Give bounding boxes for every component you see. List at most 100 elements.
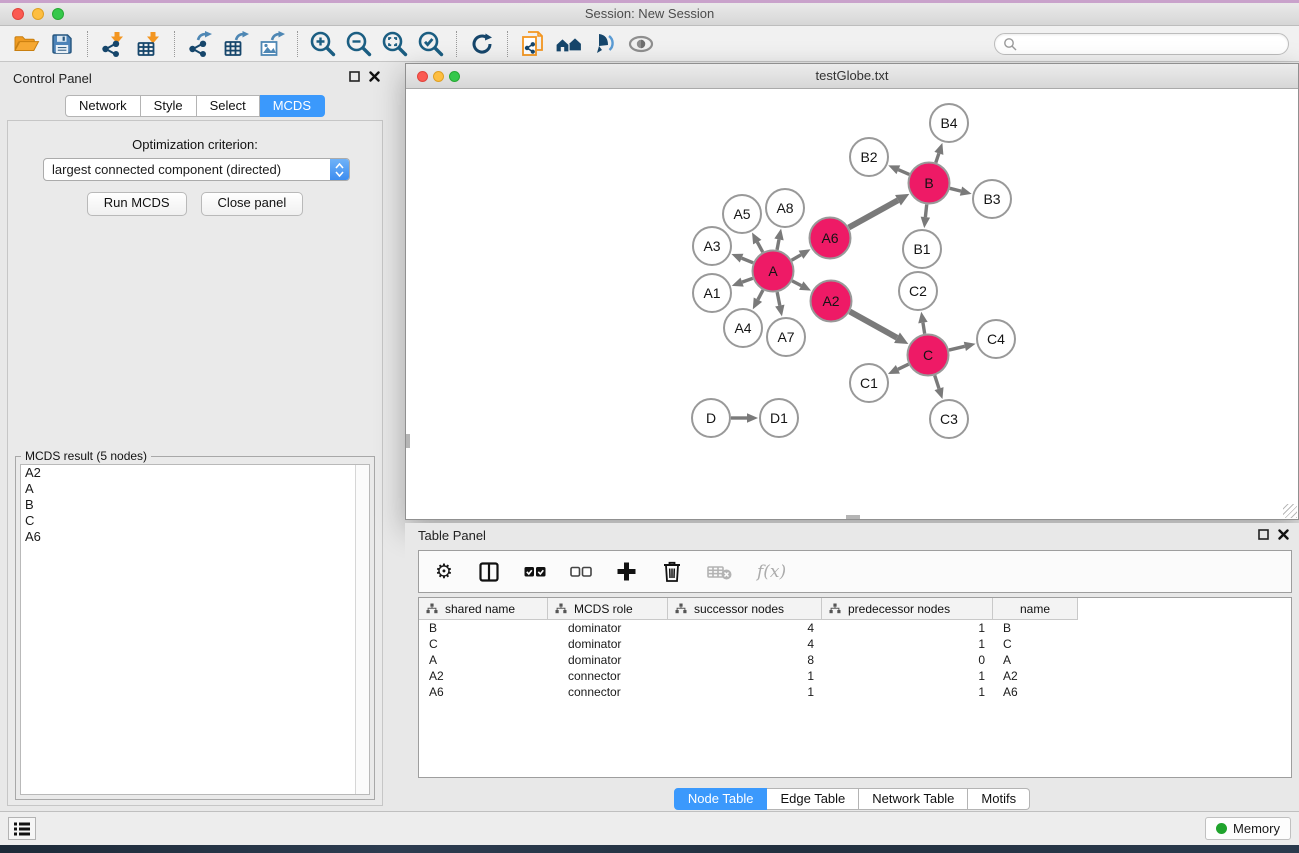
save-icon[interactable] xyxy=(44,28,80,60)
criterion-selected-value: largest connected component (directed) xyxy=(44,162,330,177)
mcds-result-items: A2ABCA6 xyxy=(21,465,369,545)
result-item[interactable]: B xyxy=(21,497,369,513)
application-window: Session: New Session xyxy=(0,0,1299,853)
tab-network-table[interactable]: Network Table xyxy=(859,788,968,810)
table-row[interactable]: Bdominator41B xyxy=(419,620,1291,636)
memory-button[interactable]: Memory xyxy=(1205,817,1291,840)
tab-network[interactable]: Network xyxy=(65,95,141,117)
column-header-name[interactable]: name xyxy=(993,598,1078,620)
node-table[interactable]: shared nameMCDS rolesuccessor nodesprede… xyxy=(418,597,1292,778)
eye-icon[interactable] xyxy=(623,28,659,60)
graph-node-label: C4 xyxy=(987,331,1005,347)
table-row[interactable]: A2connector11A2 xyxy=(419,668,1291,684)
graph-node-label: C1 xyxy=(860,375,878,391)
search-input[interactable] xyxy=(1017,36,1280,52)
function-builder-icon-disabled: f(x) xyxy=(757,562,786,582)
close-panel-button[interactable]: Close panel xyxy=(201,192,304,216)
split-column-icon[interactable] xyxy=(478,561,500,583)
close-panel-icon[interactable] xyxy=(369,71,380,82)
network-graph: B4B2BB3A5A8A6B1A3AC2A1A2A4A7C4CC1C3DD1 xyxy=(406,89,1298,519)
network-canvas[interactable]: B4B2BB3A5A8A6B1A3AC2A1A2A4A7C4CC1C3DD1 xyxy=(406,89,1298,519)
result-item[interactable]: A2 xyxy=(21,465,369,481)
resize-grip[interactable] xyxy=(1283,504,1297,518)
search-box[interactable] xyxy=(994,33,1289,55)
desktop-edge-bottom xyxy=(0,845,1299,853)
paint-style-icon[interactable] xyxy=(587,28,623,60)
delete-column-icon[interactable] xyxy=(661,560,683,583)
memory-status-icon xyxy=(1216,823,1227,834)
close-table-panel-icon[interactable] xyxy=(1278,529,1289,540)
toolbar-separator xyxy=(174,31,175,57)
export-network-icon[interactable] xyxy=(182,28,218,60)
table-toolbar: ⚙ xyxy=(418,550,1292,593)
tab-select[interactable]: Select xyxy=(197,95,260,117)
task-history-button[interactable] xyxy=(8,817,36,840)
apply-layout-icon[interactable] xyxy=(464,28,500,60)
open-file-icon[interactable] xyxy=(8,28,44,60)
graph-node-label: D1 xyxy=(770,410,788,426)
graph-node-label: C3 xyxy=(940,411,958,427)
graph-node-label: A1 xyxy=(703,285,720,301)
graph-node-label: B3 xyxy=(983,191,1000,207)
column-header-predecessor-nodes[interactable]: predecessor nodes xyxy=(822,598,993,620)
tab-motifs[interactable]: Motifs xyxy=(968,788,1030,810)
zoom-selected-icon[interactable] xyxy=(413,28,449,60)
float-panel-icon[interactable] xyxy=(349,71,360,82)
tab-edge-table[interactable]: Edge Table xyxy=(767,788,859,810)
tab-style[interactable]: Style xyxy=(141,95,197,117)
vertical-scroll-mark[interactable] xyxy=(406,434,410,448)
toolbar-separator xyxy=(507,31,508,57)
add-column-icon[interactable] xyxy=(616,561,637,582)
control-panel: Control Panel NetworkStyleSelectMCDS Opt… xyxy=(0,62,390,812)
result-scrollbar[interactable] xyxy=(355,465,369,794)
graph-node-label: B xyxy=(924,175,933,191)
import-network-icon[interactable] xyxy=(95,28,131,60)
graph-edge-A-A6 xyxy=(792,255,801,260)
mcds-result-group: MCDS result (5 nodes) A2ABCA6 xyxy=(15,456,375,800)
tab-node-table[interactable]: Node Table xyxy=(674,788,768,810)
export-image-icon[interactable] xyxy=(254,28,290,60)
control-panel-title: Control Panel xyxy=(13,71,92,86)
main-toolbar xyxy=(0,26,1299,62)
table-row[interactable]: Adominator80A xyxy=(419,652,1291,668)
table-row[interactable]: Cdominator41C xyxy=(419,636,1291,652)
graph-node-label: A4 xyxy=(734,320,751,336)
houses-icon[interactable] xyxy=(551,28,587,60)
graph-edge-A-A4 xyxy=(758,290,763,300)
settings-gear-icon[interactable]: ⚙ xyxy=(434,562,454,582)
select-all-icon[interactable] xyxy=(524,565,546,579)
export-table-icon[interactable] xyxy=(218,28,254,60)
graph-node-label: C2 xyxy=(909,283,927,299)
graph-edge-A6-B xyxy=(849,200,898,227)
result-item[interactable]: A6 xyxy=(21,529,369,545)
zoom-fit-icon[interactable] xyxy=(377,28,413,60)
status-bar: Memory xyxy=(0,811,1299,845)
graph-edge-B-B4 xyxy=(936,153,939,162)
result-item[interactable]: A xyxy=(21,481,369,497)
network-from-selection-icon[interactable] xyxy=(515,28,551,60)
graph-edge-A-A2 xyxy=(792,281,801,286)
mcds-result-list[interactable]: A2ABCA6 xyxy=(20,464,370,795)
app-titlebar: Session: New Session xyxy=(0,3,1299,26)
column-header-successor-nodes[interactable]: successor nodes xyxy=(668,598,822,620)
graph-node-label: A xyxy=(768,263,778,279)
table-header-row: shared nameMCDS rolesuccessor nodesprede… xyxy=(419,598,1291,620)
result-item[interactable]: C xyxy=(21,513,369,529)
zoom-in-icon[interactable] xyxy=(305,28,341,60)
graph-edge-A-A3 xyxy=(742,258,753,263)
import-table-icon[interactable] xyxy=(131,28,167,60)
float-table-panel-icon[interactable] xyxy=(1258,529,1269,540)
network-window-titlebar: testGlobe.txt xyxy=(406,64,1298,89)
graph-node-label: A7 xyxy=(777,329,794,345)
deselect-all-icon[interactable] xyxy=(570,565,592,579)
tab-mcds[interactable]: MCDS xyxy=(260,95,325,117)
zoom-out-icon[interactable] xyxy=(341,28,377,60)
horizontal-scroll-mark[interactable] xyxy=(846,515,860,519)
column-header-shared-name[interactable]: shared name xyxy=(419,598,548,620)
run-mcds-button[interactable]: Run MCDS xyxy=(87,192,187,216)
table-panel-tabs: Node TableEdge TableNetwork TableMotifs xyxy=(405,788,1299,810)
table-row[interactable]: A6connector11A6 xyxy=(419,684,1291,700)
graph-node-label: A5 xyxy=(733,206,750,222)
column-header-MCDS-role[interactable]: MCDS role xyxy=(548,598,668,620)
criterion-select[interactable]: largest connected component (directed) xyxy=(43,158,350,181)
